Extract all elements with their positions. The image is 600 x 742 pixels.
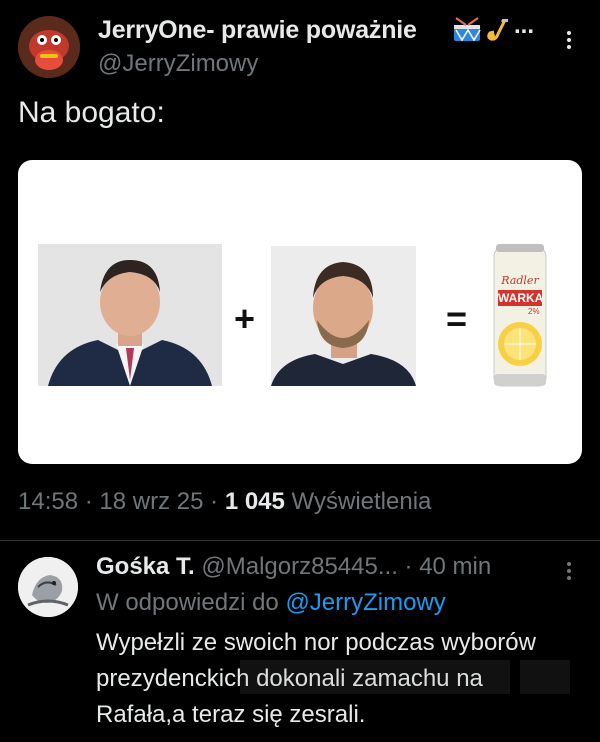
reply-time[interactable]: · 40 min (405, 553, 492, 580)
in-reply-handle-link[interactable]: @JerryZimowy (285, 589, 445, 616)
author-handle[interactable]: @JerryZimowy (98, 50, 258, 78)
reply-header: Gośka T. @Malgorz85445... · 40 min (96, 553, 491, 581)
reply-text: Wypełzli ze swoich nor podczas wyborów p… (96, 629, 536, 728)
meta-separator: · (210, 488, 219, 515)
views-count: 1 045 (224, 488, 285, 515)
saxophone-emoji-icon (486, 18, 512, 44)
person-photo-2 (271, 246, 416, 386)
reply-more-options-icon[interactable] (558, 559, 580, 585)
author-display-name[interactable]: JerryOne- prawie poważnie (98, 16, 417, 45)
plus-sign: + (234, 298, 256, 339)
person-photo-1 (38, 244, 222, 386)
reply-handle[interactable]: @Malgorz85445... (201, 553, 397, 580)
in-reply-to: W odpowiedzi do @JerryZimowy (96, 589, 446, 617)
meta-separator: · (84, 488, 93, 515)
reply-post[interactable]: Gośka T. @Malgorz85445... · 40 min W odp… (0, 541, 600, 742)
post-time[interactable]: 14:58 (18, 488, 78, 515)
drum-emoji-icon (452, 16, 482, 44)
equals-sign: = (446, 298, 468, 339)
beer-can: Radler WARKA 2% (492, 244, 548, 390)
can-abv-label: 2% (528, 307, 540, 316)
post-date[interactable]: 18 wrz 25 (99, 488, 203, 515)
reply-display-name[interactable]: Gośka T. (96, 553, 195, 580)
author-avatar[interactable] (18, 16, 80, 78)
post-text: Na bogato: (18, 96, 165, 129)
can-name-label: WARKA (498, 291, 544, 305)
in-reply-prefix: W odpowiedzi do (96, 589, 279, 616)
more-options-icon[interactable] (558, 28, 580, 54)
main-post: JerryOne- prawie poważnie ... @JerryZimo… (0, 0, 600, 540)
reply-author-avatar[interactable] (18, 557, 78, 617)
views-label: Wyświetlenia (291, 488, 432, 515)
post-media-image[interactable]: + = Radler WARKA 2% (18, 160, 582, 464)
name-truncation: ... (514, 12, 535, 39)
can-brand-label: Radler (501, 274, 539, 287)
post-metadata: 14:58 · 18 wrz 25 · 1 045 Wyświetlenia (18, 488, 431, 516)
